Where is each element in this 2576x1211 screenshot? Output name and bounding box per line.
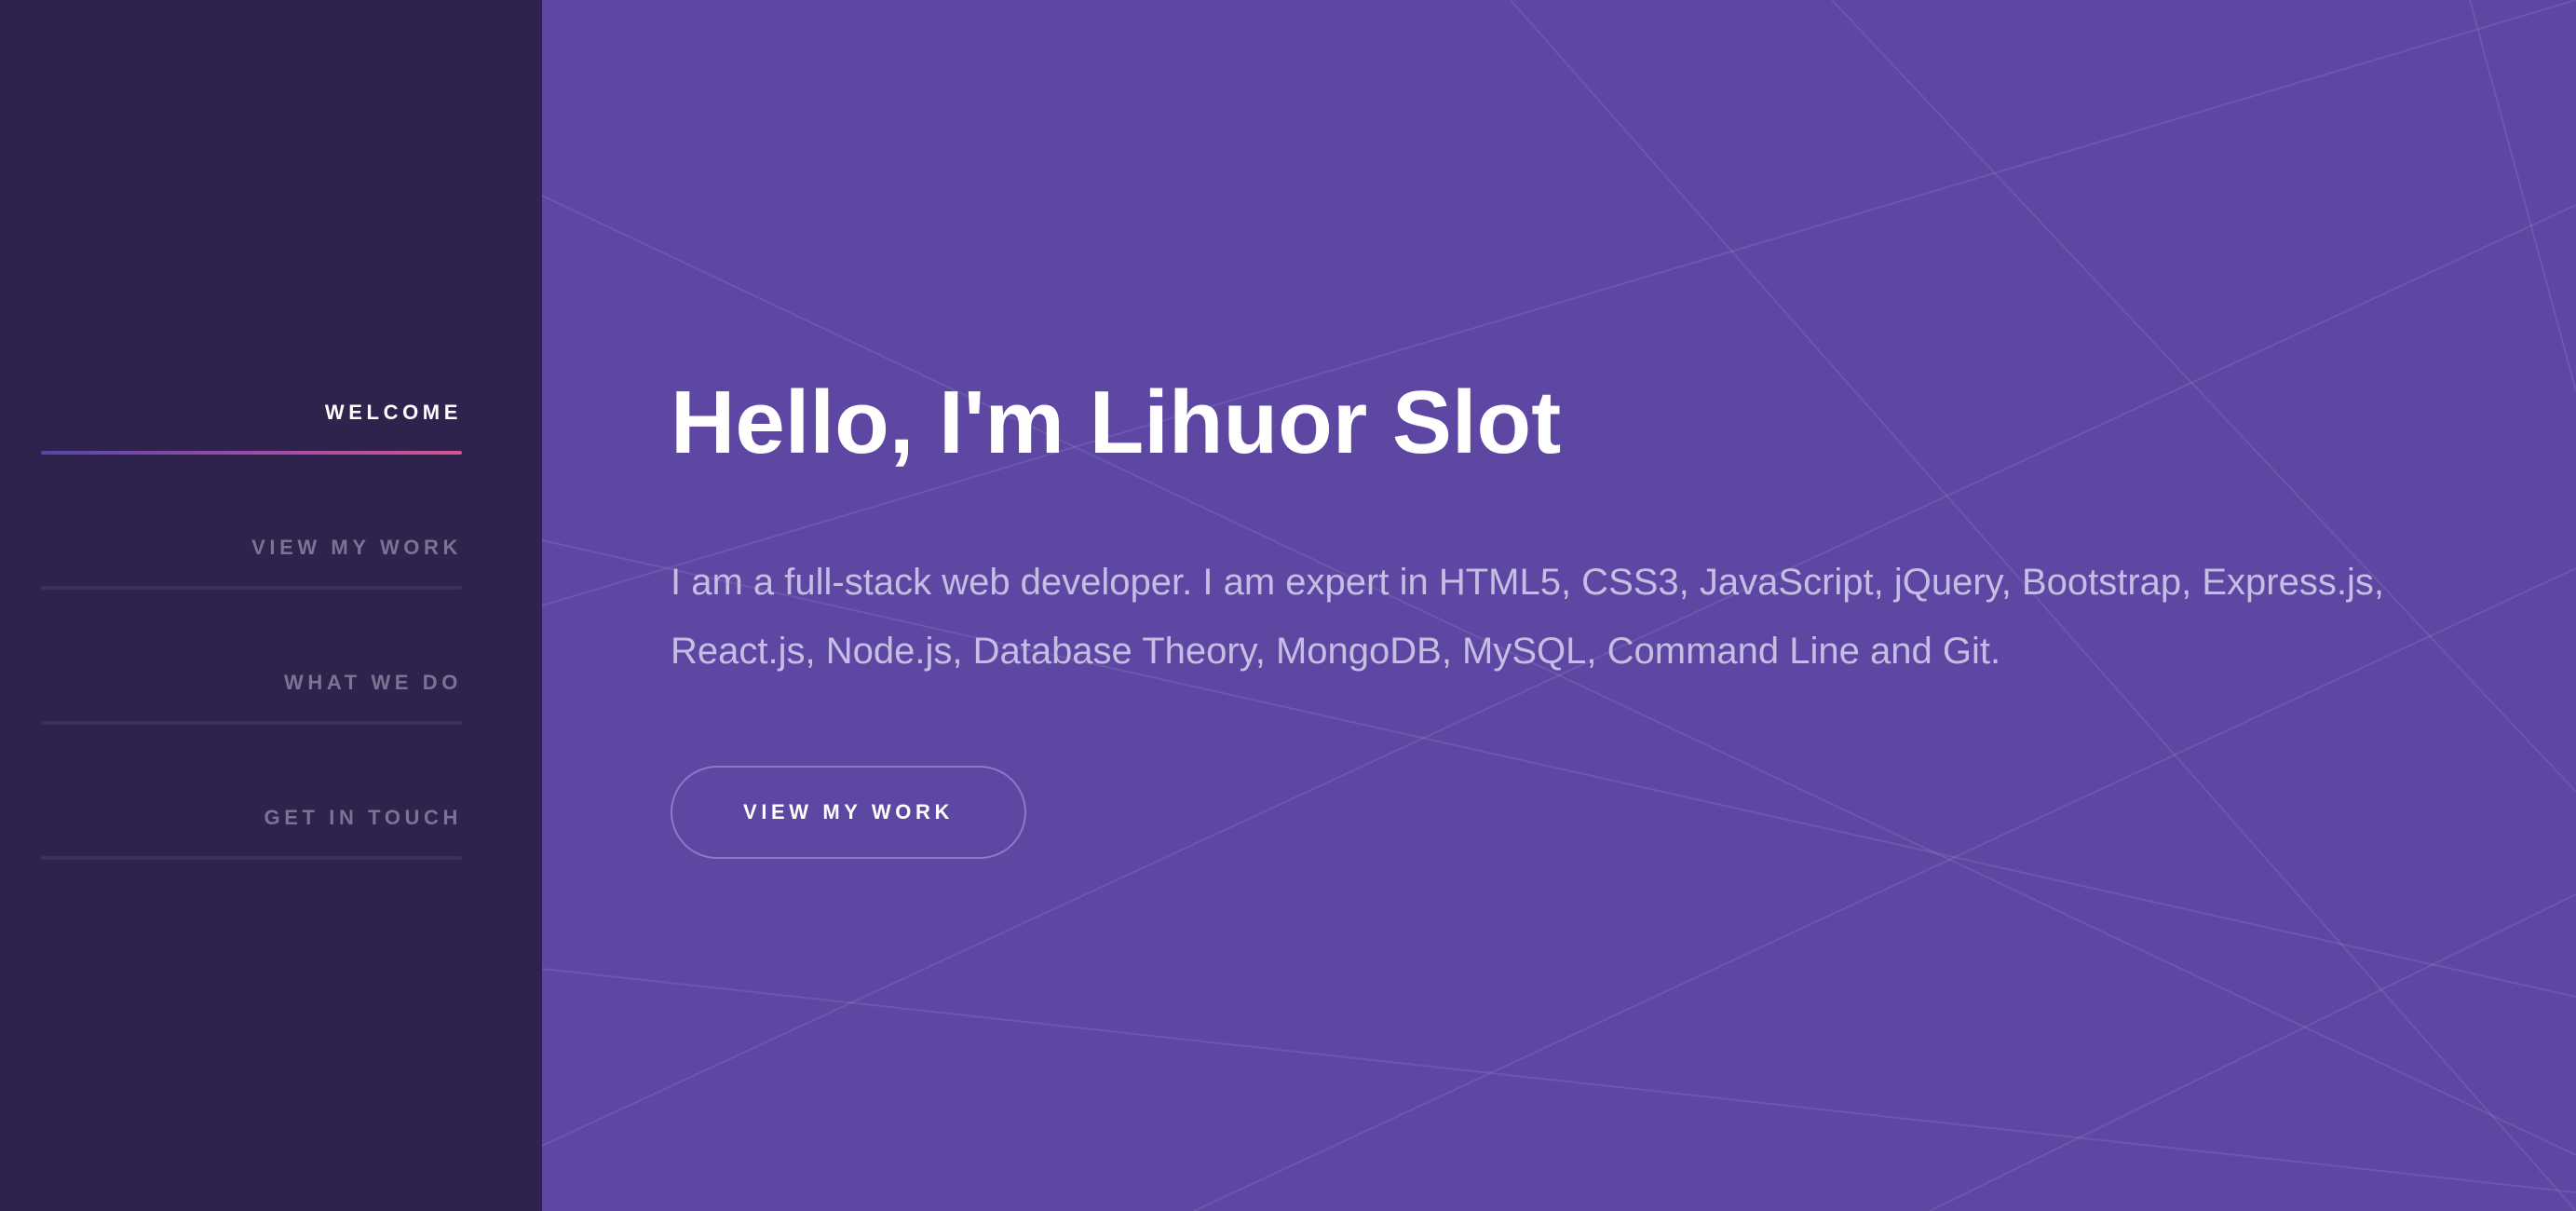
hero-description: I am a full-stack web developer. I am ex… [671, 561, 2384, 672]
nav-item-get-in-touch[interactable]: GET IN TOUCH [41, 785, 462, 860]
nav-item-welcome[interactable]: WELCOME [41, 380, 462, 455]
nav-item-underline [41, 721, 462, 725]
nav-item-underline [41, 586, 462, 590]
hero-section: Hello, I'm Lihuor Slot I am a full-stack… [671, 373, 2440, 859]
nav-item-label: GET IN TOUCH [264, 806, 462, 829]
nav-item-view-my-work[interactable]: VIEW MY WORK [41, 515, 462, 590]
nav-item-underline [41, 451, 462, 455]
hero-title: Hello, I'm Lihuor Slot [671, 373, 1562, 472]
nav-item-label: WHAT WE DO [283, 671, 462, 694]
view-my-work-button[interactable]: VIEW MY WORK [671, 765, 1026, 859]
nav-item-label: VIEW MY WORK [251, 536, 462, 559]
nav-item-what-we-do[interactable]: WHAT WE DO [41, 650, 462, 725]
nav-item-label: WELCOME [324, 401, 462, 424]
sidebar: WELCOME VIEW MY WORK WHAT WE DO GET IN T… [0, 0, 542, 1211]
page: WELCOME VIEW MY WORK WHAT WE DO GET IN T… [0, 0, 2576, 1211]
nav-item-underline [41, 856, 462, 860]
